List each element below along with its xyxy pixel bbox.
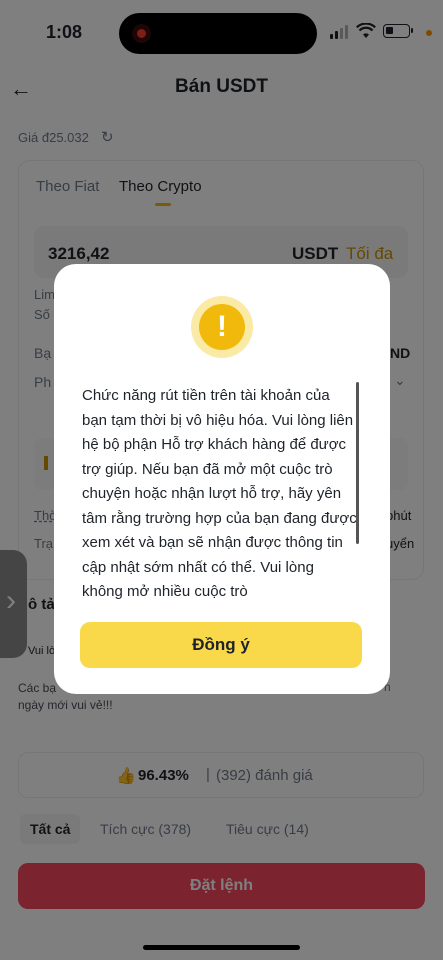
warning-icon-ring: ! — [191, 296, 253, 358]
confirm-button[interactable]: Đồng ý — [80, 622, 362, 668]
alert-dialog: ! Chức năng rút tiền trên tài khoản của … — [54, 264, 390, 694]
dialog-message-scroll[interactable]: Chức năng rút tiền trên tài khoản của bạ… — [82, 384, 358, 608]
dialog-scrollbar[interactable] — [356, 382, 359, 544]
dialog-message: Chức năng rút tiền trên tài khoản của bạ… — [82, 387, 357, 600]
warning-icon: ! — [199, 304, 245, 350]
